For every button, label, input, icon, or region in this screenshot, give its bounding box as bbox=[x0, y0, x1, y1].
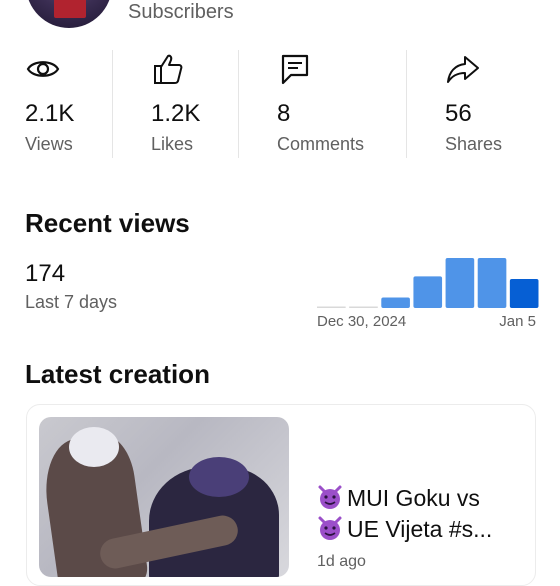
chart-bar bbox=[317, 306, 346, 308]
smiling-devil-emoji-icon bbox=[318, 485, 342, 509]
video-title-text-1: MUI Goku vs bbox=[347, 485, 480, 511]
x-tick-end: Jan 5 bbox=[499, 313, 536, 330]
recent-views-range: Last 7 days bbox=[25, 292, 118, 312]
avatar-figure-shape bbox=[54, 0, 86, 18]
video-title-text-2: UE Vijeta #s... bbox=[347, 516, 493, 542]
stat-divider bbox=[238, 50, 239, 158]
shares-label: Shares bbox=[445, 134, 503, 154]
views-label: Views bbox=[25, 134, 73, 154]
channel-avatar[interactable] bbox=[26, 0, 112, 28]
video-title-line: MUI Goku vs bbox=[317, 483, 517, 514]
latest-video-card[interactable]: MUI Goku vs UE Vijeta #s... 1d ago bbox=[26, 404, 536, 586]
stat-divider bbox=[406, 50, 407, 158]
share-icon bbox=[447, 56, 479, 83]
x-tick-start: Dec 30, 2024 bbox=[317, 313, 407, 330]
chart-bar bbox=[509, 279, 539, 308]
video-title-line: UE Vijeta #s... bbox=[317, 514, 517, 545]
chart-bar bbox=[349, 306, 378, 308]
chart-bar bbox=[445, 258, 475, 308]
views-count: 2.1K bbox=[25, 100, 75, 127]
likes-label: Likes bbox=[151, 134, 194, 154]
shares-count: 56 bbox=[445, 100, 472, 127]
recent-views-count: 174 bbox=[25, 260, 66, 287]
likes-count: 1.2K bbox=[151, 100, 201, 127]
comments-count: 8 bbox=[277, 100, 291, 127]
subscribers-label: Subscribers bbox=[128, 1, 234, 23]
video-thumbnail[interactable] bbox=[39, 417, 289, 577]
thumbs-up-icon bbox=[154, 54, 183, 84]
comments-label: Comments bbox=[277, 134, 365, 154]
chart-bar bbox=[381, 297, 410, 308]
thumbnail-shape bbox=[69, 427, 119, 467]
eye-icon bbox=[26, 61, 60, 77]
recent-views-title: Recent views bbox=[25, 208, 190, 238]
chart-bar bbox=[413, 276, 443, 308]
smiling-devil-emoji-icon bbox=[318, 516, 342, 540]
recent-views-chart[interactable]: Dec 30, 2024 Jan 5 bbox=[315, 250, 540, 330]
recent-views-bars bbox=[317, 258, 539, 308]
comment-icon bbox=[281, 54, 309, 85]
chart-bar bbox=[477, 258, 507, 308]
latest-creation-title: Latest creation bbox=[25, 359, 210, 389]
video-meta: 1d ago bbox=[317, 553, 366, 570]
stat-divider bbox=[112, 50, 113, 158]
video-title[interactable]: MUI Goku vs UE Vijeta #s... bbox=[317, 483, 517, 545]
thumbnail-shape bbox=[189, 457, 249, 497]
